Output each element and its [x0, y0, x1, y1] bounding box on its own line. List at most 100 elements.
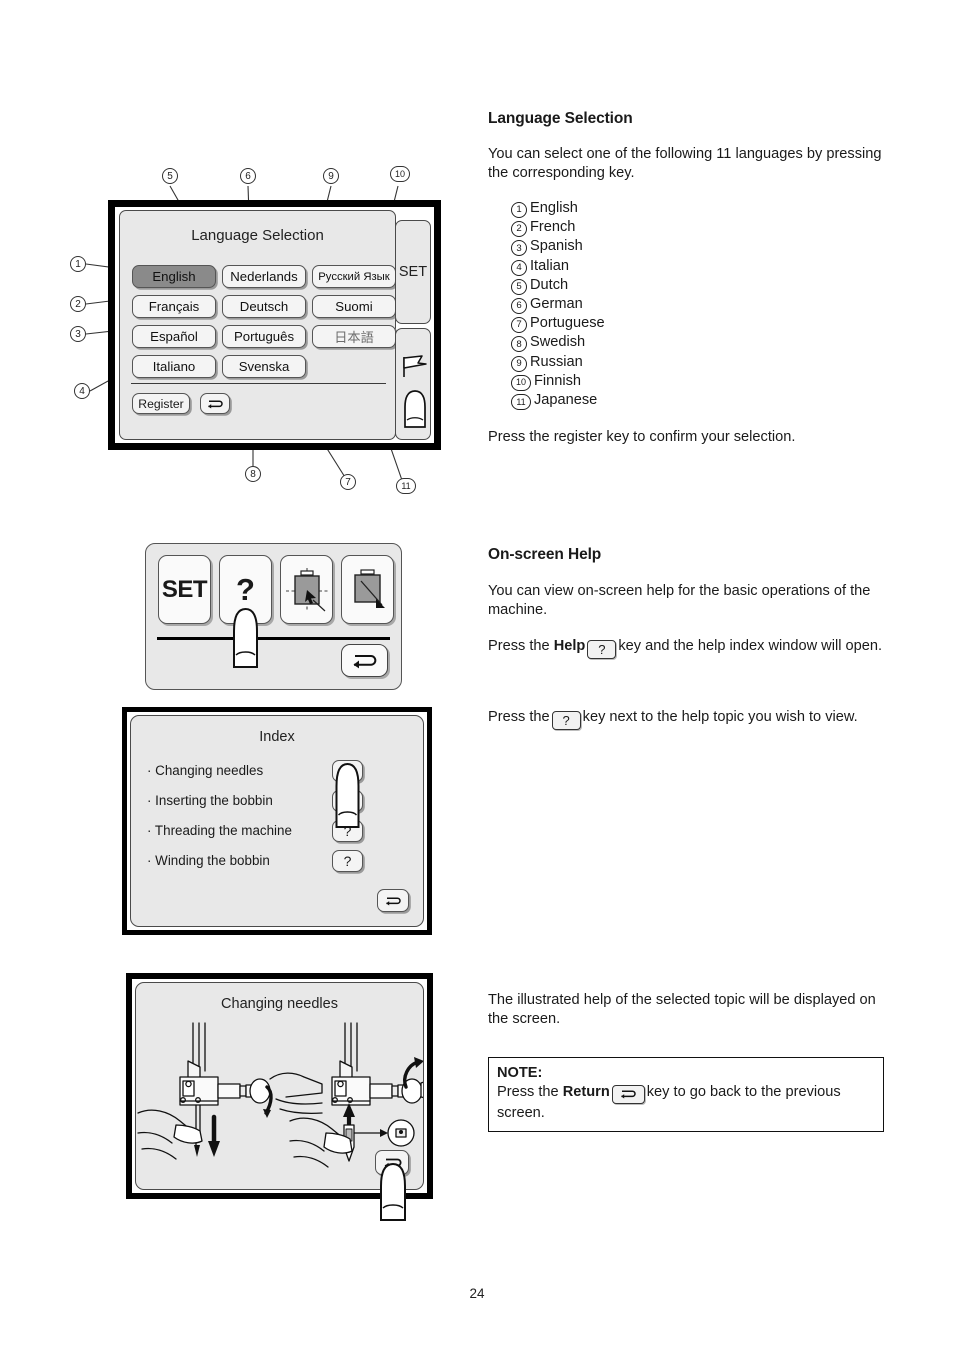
- language-list-item: 10 Finnish: [511, 372, 888, 391]
- language-name: Portuguese: [530, 315, 605, 332]
- callout-2: 2: [70, 296, 86, 312]
- help-key-label: ?: [236, 571, 255, 607]
- language-button-4[interactable]: Italiano: [132, 355, 216, 378]
- language-name: Russian: [530, 353, 583, 370]
- onscreen-help-para2: Press the Help? key and the help index wi…: [488, 637, 888, 659]
- circled-number: 6: [511, 298, 527, 315]
- help-topic-button[interactable]: ?: [332, 820, 363, 842]
- return-arrow-icon: [353, 654, 376, 668]
- language-selection-intro: You can select one of the following 11 l…: [488, 146, 882, 181]
- set-tab[interactable]: SET: [395, 220, 431, 324]
- return-button[interactable]: [200, 393, 230, 414]
- callout-6: 6: [240, 168, 256, 184]
- language-list-item: 6 German: [511, 295, 888, 315]
- help-topic-button[interactable]: ?: [332, 790, 363, 812]
- screen-position-key[interactable]: [280, 555, 333, 624]
- return-button[interactable]: [375, 1150, 409, 1175]
- language-name: Italian: [530, 257, 569, 274]
- callout-5: 5: [162, 168, 178, 184]
- language-list-item: 9 Russian: [511, 353, 888, 372]
- help-topic-button[interactable]: ?: [332, 850, 363, 872]
- help-topic-question-icon[interactable]: ?: [551, 711, 581, 730]
- language-button-11[interactable]: 日本語: [312, 325, 396, 348]
- help-para2-lead: Press the: [488, 638, 550, 654]
- register-button[interactable]: Register: [132, 393, 190, 414]
- onscreen-help-section: On-screen Help You can view on-screen he…: [488, 546, 888, 730]
- page-number: 24: [469, 1286, 485, 1301]
- language-button-2[interactable]: Français: [132, 295, 216, 318]
- language-button-6[interactable]: Deutsch: [222, 295, 306, 318]
- callout-3: 3: [70, 326, 86, 342]
- language-list-item: 1 English: [511, 199, 888, 218]
- language-list-item: 2 French: [511, 218, 888, 238]
- language-name: Swedish: [530, 334, 586, 351]
- language-button-1[interactable]: English: [132, 265, 216, 288]
- language-selection-section: Language Selection You can select one of…: [488, 110, 888, 447]
- index-topic-label: · Winding the bobbin: [147, 853, 270, 868]
- language-name: German: [530, 296, 583, 313]
- return-button[interactable]: [377, 889, 409, 912]
- circled-number: 4: [511, 259, 527, 276]
- language-list: 1 English 2 French 3 Spanish 4 Italian 5 Dutch 6 Ge…: [511, 199, 888, 411]
- help-para3-lead: Press the: [488, 709, 550, 725]
- callout-11: 11: [396, 478, 416, 494]
- index-topic-label: · Inserting the bobbin: [147, 793, 273, 808]
- language-list-item: 8 Swedish: [511, 333, 888, 353]
- index-topic-label: · Changing needles: [147, 763, 264, 778]
- language-button-5[interactable]: Nederlands: [222, 265, 306, 288]
- help-para2-tail: key and the help index window will open.: [618, 638, 883, 654]
- language-button-8[interactable]: Svenska: [222, 355, 306, 378]
- lcd-screen-area: Language Selection English Français Españo…: [119, 210, 396, 440]
- note-keyword: Return: [562, 1084, 610, 1100]
- callout-4: 4: [74, 383, 90, 399]
- key-bar-divider: [157, 637, 390, 640]
- return-arrow-icon: [384, 1158, 401, 1168]
- index-topic-label: · Threading the machine: [147, 823, 292, 838]
- return-arrow-icon[interactable]: [611, 1084, 645, 1104]
- lcd-divider: [131, 383, 386, 384]
- language-name: Dutch: [530, 276, 569, 293]
- language-name: Spanish: [530, 238, 583, 255]
- language-name: French: [530, 219, 576, 236]
- screen-position-icon: [285, 567, 328, 612]
- lcd-screen-area: Index · Changing needles? · Inserting the…: [130, 715, 424, 927]
- set-key[interactable]: SET: [158, 555, 211, 624]
- screen-contrast-icon: [353, 568, 385, 608]
- callout-7: 7: [340, 474, 356, 490]
- language-name: English: [530, 200, 578, 216]
- help-key[interactable]: ?: [219, 555, 272, 624]
- onscreen-help-heading: On-screen Help: [488, 546, 602, 563]
- circled-number: 10: [511, 374, 531, 391]
- lcd-screen-area: Changing needles: [135, 982, 424, 1190]
- return-button[interactable]: [341, 644, 388, 677]
- language-name: Finnish: [534, 372, 582, 389]
- key-bar-panel[interactable]: SET ?: [145, 543, 402, 690]
- side-panel: [395, 328, 431, 440]
- callout-1: 1: [70, 256, 86, 272]
- fingertip-icon: [404, 390, 426, 428]
- flag-icon: [403, 355, 427, 377]
- help-topic-button[interactable]: ?: [332, 760, 363, 782]
- language-button-10[interactable]: Suomi: [312, 295, 396, 318]
- lcd-title: Language Selection: [191, 227, 324, 244]
- help-question-icon[interactable]: ?: [587, 640, 617, 659]
- circled-number: 2: [511, 221, 527, 238]
- onscreen-help-para1: You can view on-screen help for the basi…: [488, 583, 871, 618]
- language-selection-screen[interactable]: Language Selection English Français Españo…: [108, 200, 441, 450]
- illustrated-help-section: The illustrated help of the selected top…: [488, 991, 884, 1132]
- language-name: Japanese: [534, 392, 598, 409]
- screen-contrast-key[interactable]: [341, 555, 394, 624]
- language-button-3[interactable]: Español: [132, 325, 216, 348]
- circled-number: 5: [511, 278, 527, 295]
- language-button-7[interactable]: Português: [222, 325, 306, 348]
- help-index-screen[interactable]: Index · Changing needles? · Inserting the…: [122, 707, 432, 935]
- index-title: Index: [259, 729, 295, 745]
- illustrated-help-para: The illustrated help of the selected top…: [488, 992, 876, 1027]
- circled-number: 3: [511, 240, 527, 257]
- return-arrow-icon: [386, 896, 401, 905]
- onscreen-help-para3: Press the? key next to the help topic you…: [488, 708, 878, 730]
- circled-number: 9: [511, 355, 527, 372]
- changing-needles-screen[interactable]: Changing needles: [126, 973, 433, 1221]
- language-list-item: 3 Spanish: [511, 237, 888, 257]
- language-button-9[interactable]: Русский Язык: [312, 265, 396, 288]
